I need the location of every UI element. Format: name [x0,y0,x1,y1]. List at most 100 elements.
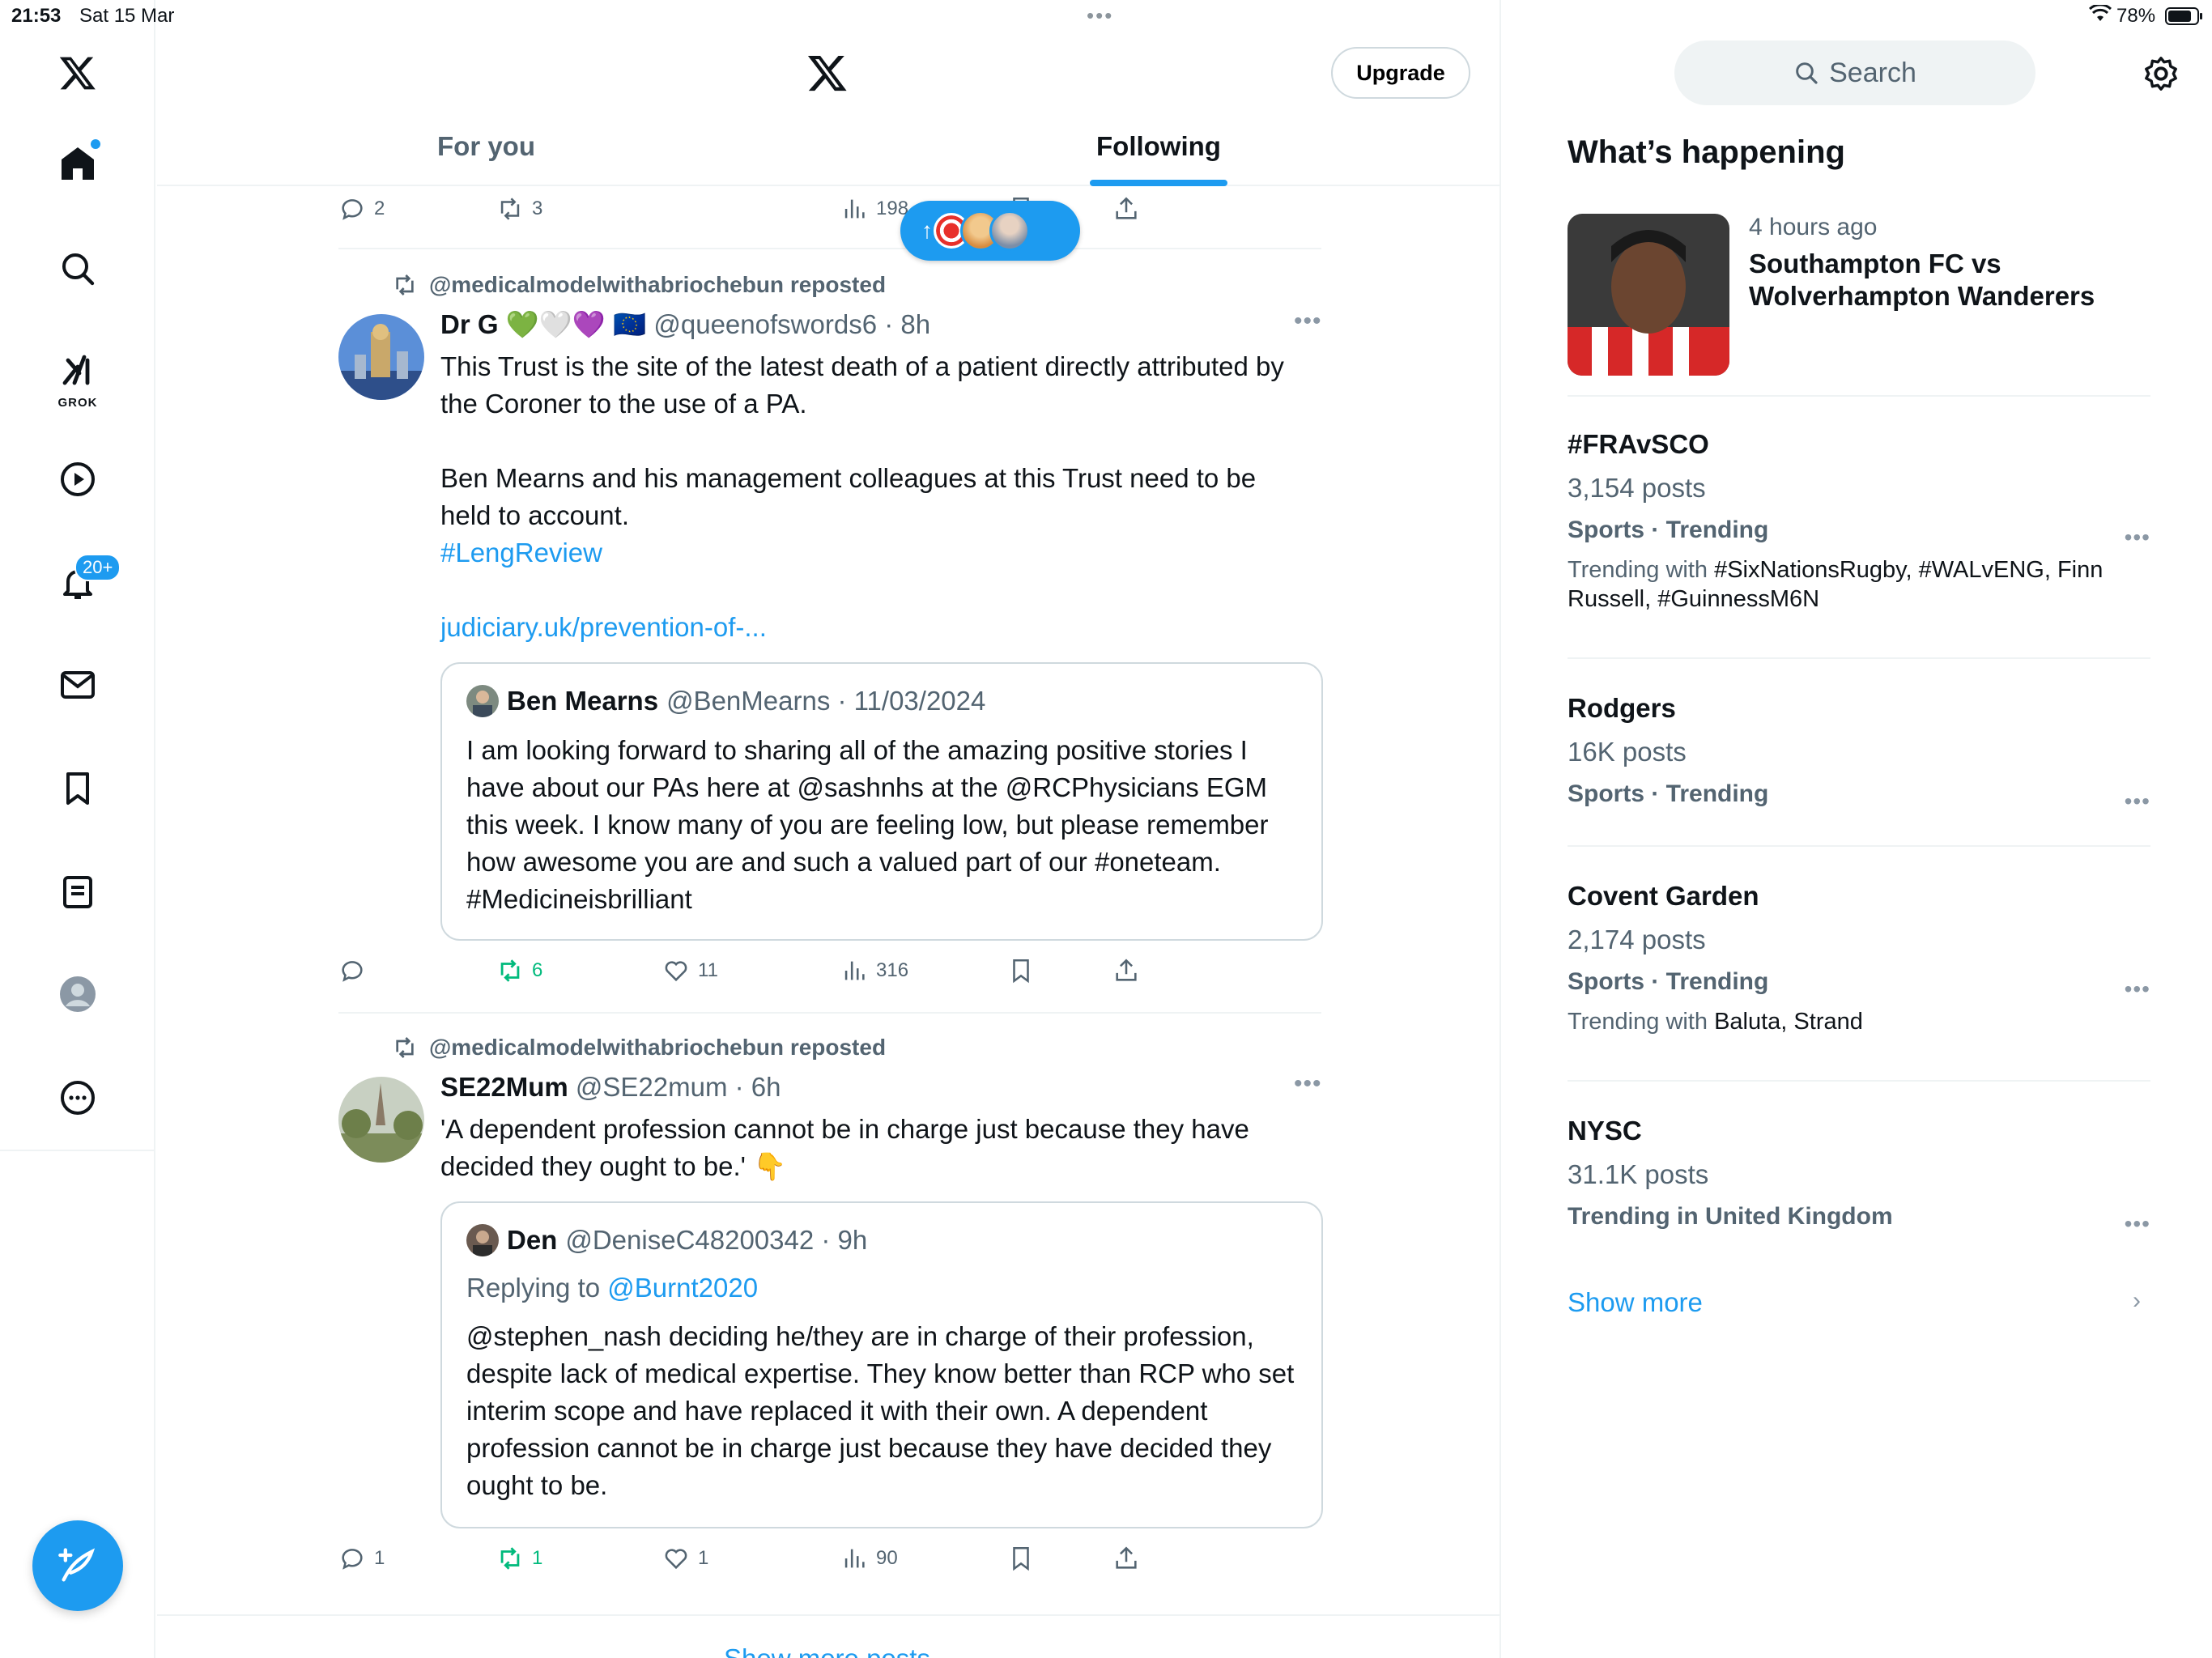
show-more-trends-link[interactable]: Show more [1568,1287,1703,1318]
x-header-logo-icon[interactable] [806,52,849,94]
news-headline[interactable]: Southampton FC vs Wolverhampton Wanderer… [1749,248,2170,312]
reposted-by: @medicalmodelwithabriochebun reposted [429,272,887,297]
repost-count: 1 [532,1547,543,1569]
share-icon [1116,197,1137,219]
views-button[interactable]: 90 [840,1538,898,1579]
notifications-badge: 20+ [74,554,121,581]
quoted-tweet[interactable]: Ben Mearns @BenMearns · 11/03/2024 I am … [440,662,1323,941]
replying-to-prefix: Replying to [466,1273,608,1303]
search-placeholder: Search [1829,57,1916,88]
trend-related-label: Trending with [1568,557,1715,583]
avatar[interactable] [338,314,424,400]
new-posts-pill[interactable]: ↑ [900,201,1080,261]
trend-category: Sports · Trending [1568,780,1769,807]
like-button[interactable]: 11 [662,950,718,991]
home-icon[interactable] [45,131,110,196]
bookmark-button[interactable] [1007,1538,1035,1579]
views-icon [844,199,865,219]
tab-following[interactable]: Following [1096,131,1221,162]
news-time: 4 hours ago [1749,214,1878,240]
more-icon[interactable] [45,1065,110,1130]
reply-button[interactable] [338,950,374,991]
tweet-divider [338,1012,1321,1014]
tweet-paragraph: Ben Mearns and his management colleagues… [440,463,1257,530]
trend-item[interactable]: #FRAvSCO 3,154 posts Sports · Trending •… [1568,429,2150,614]
trend-related: Trending with #SixNationsRugby, #WALvENG… [1568,555,2150,614]
reposted-by: @medicalmodelwithabriochebun reposted [429,1035,887,1060]
repost-icon [500,198,520,220]
views-count: 90 [876,1547,898,1569]
like-count: 11 [698,959,718,981]
repost-button[interactable]: 1 [496,1538,542,1579]
author-name[interactable]: Dr G 💚🤍💜 🇪🇺 [440,309,646,339]
x-logo-icon[interactable] [45,40,110,105]
reply-button[interactable]: 1 [338,1538,385,1579]
trend-divider [1568,657,2150,659]
repost-button[interactable]: 3 [496,189,542,229]
trend-name: #FRAvSCO [1568,429,1709,459]
share-button[interactable] [1112,1538,1140,1579]
views-button[interactable]: 316 [840,950,908,991]
more-options-icon[interactable]: ••• [1294,1070,1322,1098]
compose-post-button[interactable] [32,1520,123,1611]
trend-item[interactable]: Rodgers 16K posts Sports · Trending ••• [1568,693,2150,814]
wifi-icon [2088,3,2112,28]
grok-icon[interactable]: GROK [45,340,110,413]
bookmarks-icon[interactable] [45,756,110,821]
search-icon[interactable] [45,236,110,301]
views-icon [844,961,865,980]
repost-context: @medicalmodelwithabriochebun reposted [392,272,886,298]
share-button[interactable] [1112,189,1140,229]
search-input[interactable]: Search [1674,40,2035,105]
repost-icon [500,959,520,982]
views-button[interactable]: 198 [840,189,908,229]
profile-avatar-icon[interactable] [45,962,110,1027]
tweet-actions: 2 3 198 [338,189,1321,229]
news-thumbnail[interactable] [1568,214,1729,376]
trend-item[interactable]: NYSC 31.1K posts Trending in United King… [1568,1116,2150,1236]
bookmark-button[interactable] [1007,950,1035,991]
avatar[interactable] [338,1077,424,1163]
multitasking-dots[interactable]: ••• [1087,3,1113,28]
repost-context: @medicalmodelwithabriochebun reposted [392,1035,886,1061]
trend-count: 31.1K posts [1568,1159,1709,1189]
repost-button[interactable]: 6 [496,950,542,991]
hashtag-link[interactable]: #LengReview [440,534,1307,572]
replying-to-handle[interactable]: @Burnt2020 [607,1273,758,1303]
trend-more-icon[interactable]: ••• [2125,525,2150,551]
more-options-icon[interactable]: ••• [1294,308,1322,335]
trend-related-terms: Baluta, Strand [1714,1009,1863,1035]
trend-item[interactable]: Covent Garden 2,174 posts Sports · Trend… [1568,881,2150,1036]
trend-more-icon[interactable]: ••• [2125,976,2150,1002]
tweet-text: 'A dependent profession cannot be in cha… [440,1114,1249,1181]
messages-icon[interactable] [45,653,110,717]
show-more-posts-link[interactable]: Show more posts [724,1643,930,1658]
trend-name: NYSC [1568,1116,1642,1146]
status-time: 21:53 [11,5,62,27]
like-button[interactable]: 1 [662,1538,708,1579]
repost-icon [500,1547,520,1570]
trend-count: 16K posts [1568,737,1687,767]
author-handle-time[interactable]: @SE22mum · 6h [576,1072,781,1102]
reply-button[interactable]: 2 [338,189,385,229]
trend-more-icon[interactable]: ••• [2125,789,2150,814]
video-icon[interactable] [45,447,110,512]
trend-more-icon[interactable]: ••• [2125,1211,2150,1237]
reply-count: 1 [374,1547,385,1569]
tab-for-you[interactable]: For you [437,131,535,162]
upgrade-button[interactable]: Upgrade [1331,47,1470,99]
trend-category: Sports · Trending [1568,968,1769,995]
pill-avatar [989,210,1030,251]
quoted-tweet[interactable]: Den @DeniseC48200342 · 9h Replying to @B… [440,1201,1323,1528]
status-bar: 21:53 Sat 15 Mar ••• 78% [0,0,2212,32]
author-name[interactable]: SE22Mum [440,1072,568,1102]
external-link[interactable]: judiciary.uk/prevention-of-... [440,609,1307,646]
trend-category: Trending in United Kingdom [1568,1203,1893,1230]
author-handle-time[interactable]: @queenofswords6 · 8h [653,309,930,339]
bookmark-icon [1013,959,1029,984]
share-button[interactable] [1112,950,1140,991]
tweet-divider [157,1614,1499,1616]
notifications-icon[interactable]: 20+ [45,551,121,615]
lists-icon[interactable] [45,860,110,925]
settings-gear-icon[interactable] [2142,55,2180,92]
